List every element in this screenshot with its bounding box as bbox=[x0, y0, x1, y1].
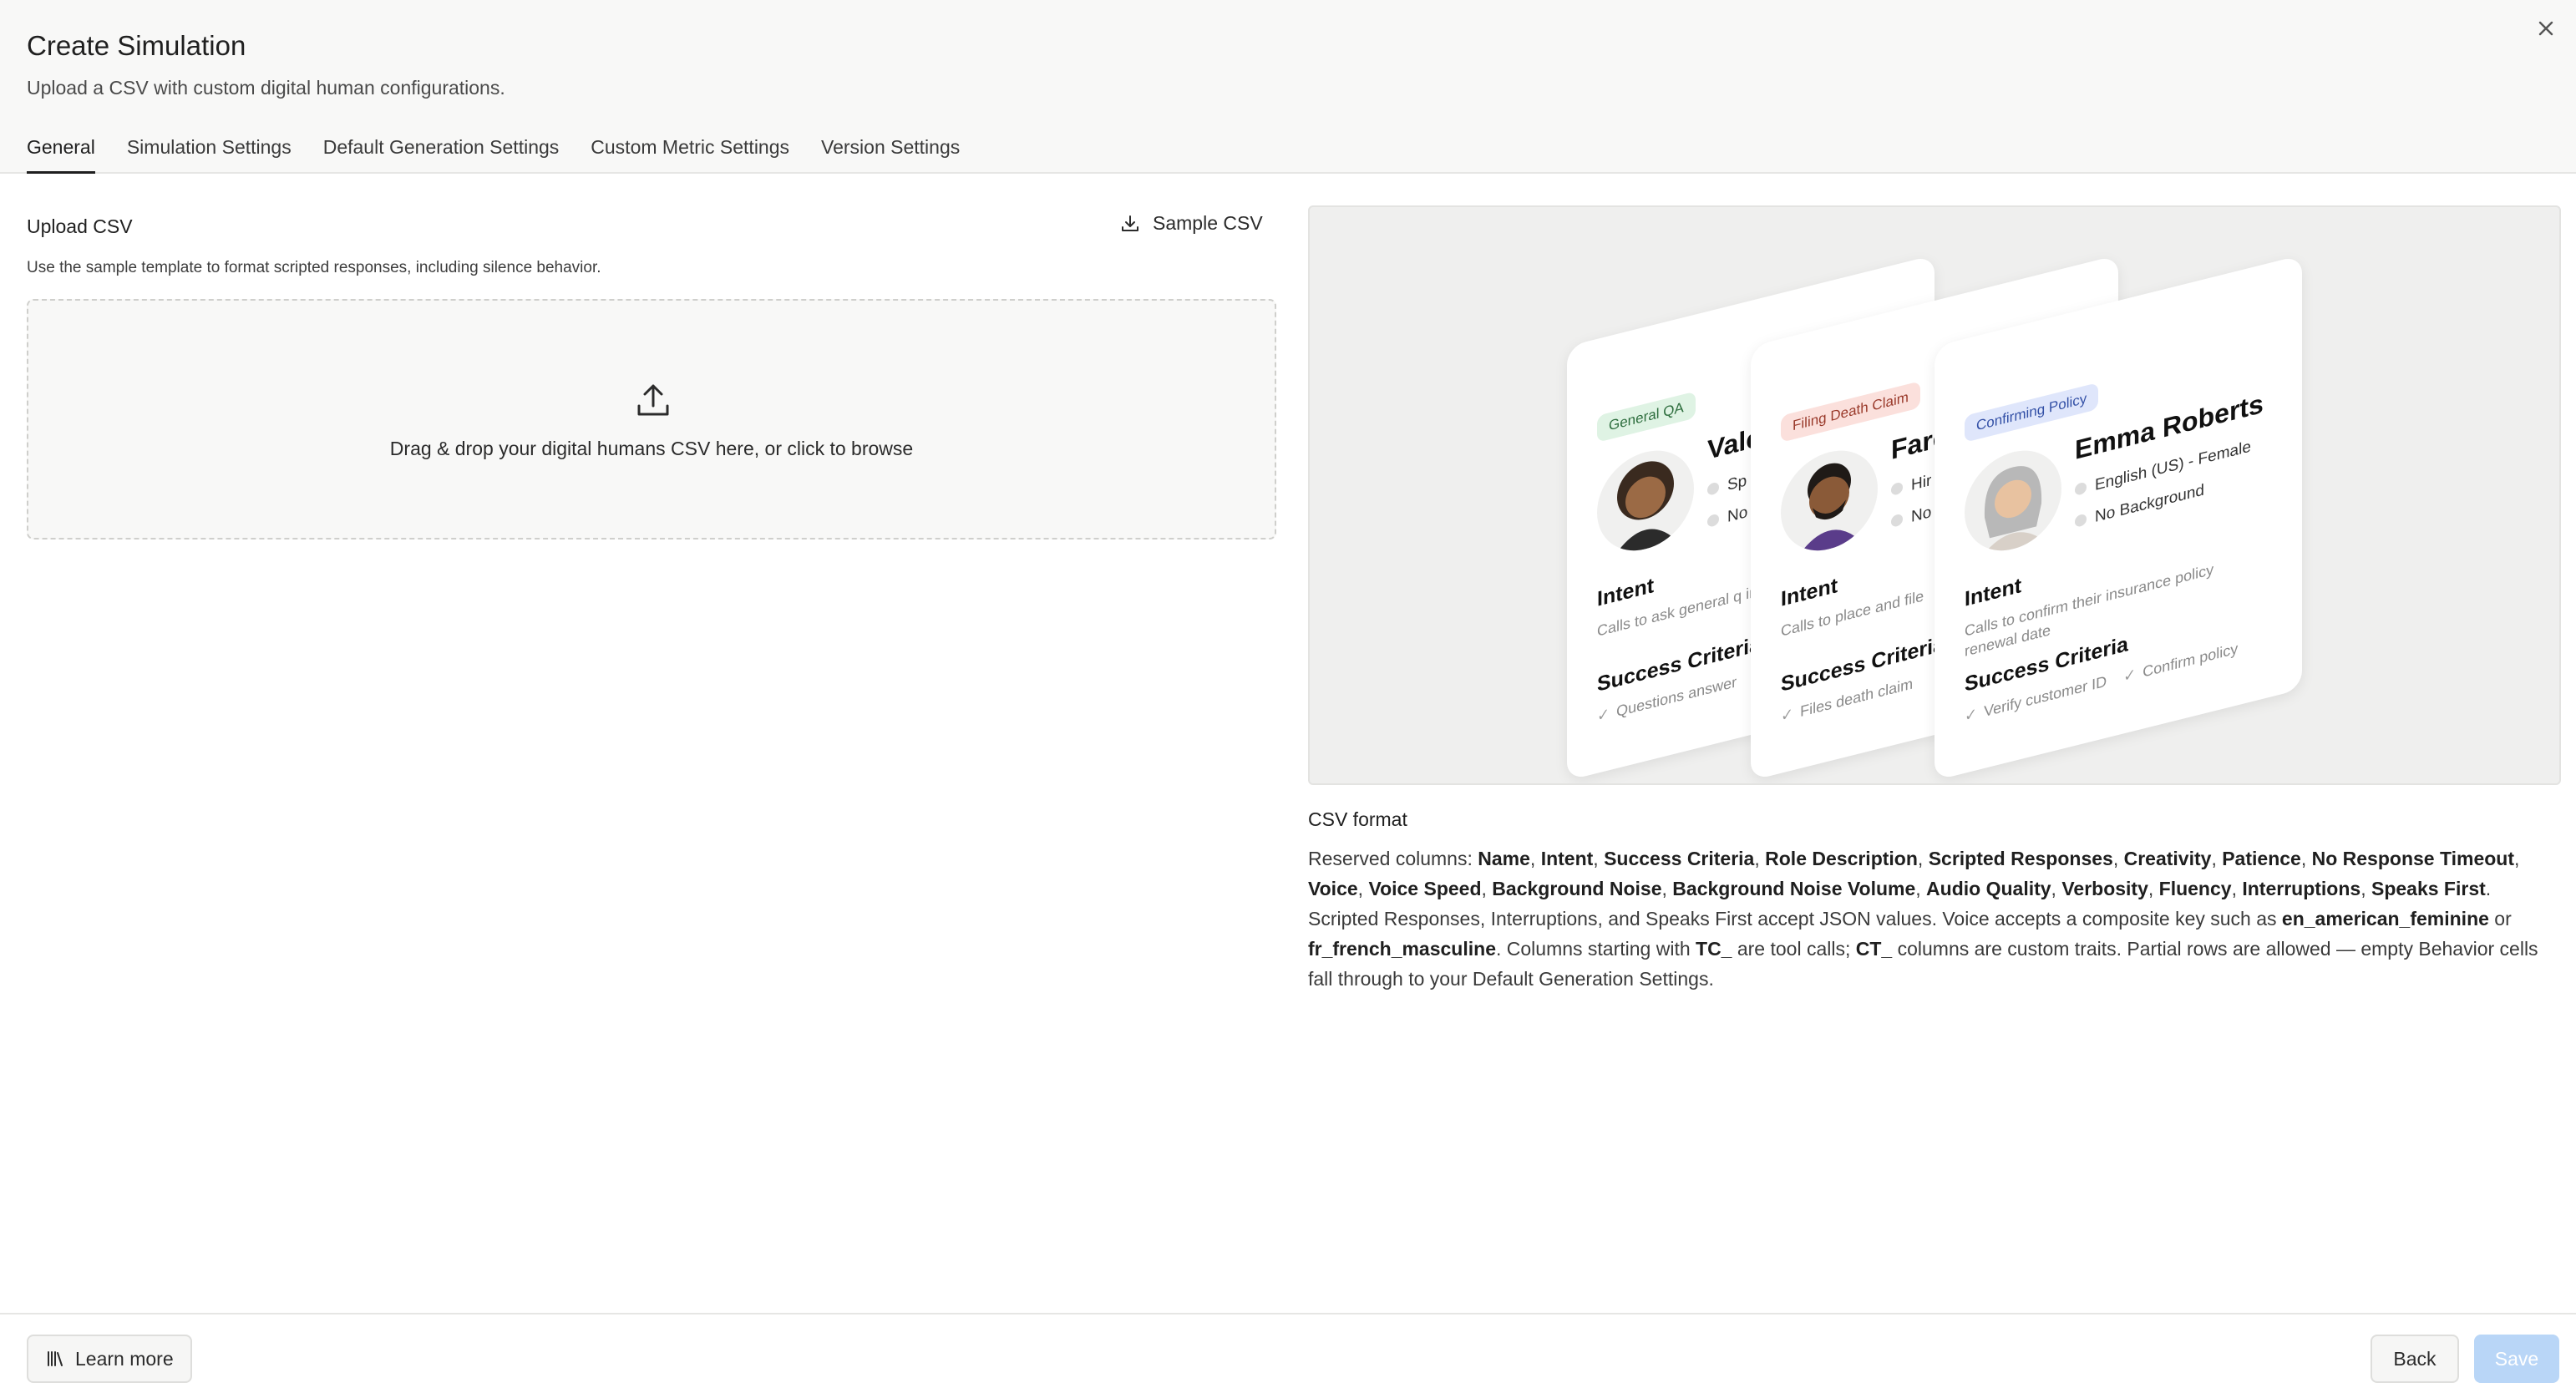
reserved-column: Interruptions bbox=[2242, 878, 2361, 899]
save-button[interactable]: Save bbox=[2474, 1335, 2559, 1383]
reserved-column: Fluency bbox=[2158, 878, 2232, 899]
persona-background: No bbox=[1891, 504, 1931, 532]
avatar bbox=[1597, 439, 1694, 561]
reserved-column: Background Noise Volume bbox=[1672, 878, 1916, 899]
reserved-column: Voice bbox=[1308, 878, 1358, 899]
reserved-column: Creativity bbox=[2123, 848, 2212, 869]
upload-help-text: Use the sample template to format script… bbox=[27, 259, 601, 276]
dropzone-text: Drag & drop your digital humans CSV here… bbox=[389, 438, 914, 459]
dialog-footer bbox=[0, 1313, 2576, 1393]
tab-custom-metric-settings[interactable]: Custom Metric Settings bbox=[591, 134, 789, 174]
avatar bbox=[1965, 439, 2061, 561]
library-icon bbox=[48, 1351, 63, 1366]
reserved-column: Verbosity bbox=[2061, 878, 2148, 899]
tab-general[interactable]: General bbox=[27, 134, 95, 174]
reserved-column: No Response Timeout bbox=[2311, 848, 2514, 869]
dialog-subtitle: Upload a CSV with custom digital human c… bbox=[27, 77, 505, 99]
upload-csv-label: Upload CSV bbox=[27, 215, 133, 237]
tab-version-settings[interactable]: Version Settings bbox=[821, 134, 960, 174]
reserved-column: Speaks First bbox=[2371, 878, 2486, 899]
persona-voice: Sp bbox=[1707, 472, 1747, 500]
intent-heading: Intent bbox=[1597, 573, 1655, 611]
persona-voice: Hir bbox=[1891, 472, 1931, 500]
dialog-title: Create Simulation bbox=[27, 30, 246, 61]
tc-prefix: TC_ bbox=[1696, 938, 1732, 960]
learn-more-button[interactable]: Learn more bbox=[27, 1335, 192, 1383]
reserved-column: Role Description bbox=[1765, 848, 1918, 869]
dialog-header: Create Simulation Upload a CSV with cust… bbox=[0, 0, 2576, 174]
learn-more-label: Learn more bbox=[75, 1347, 174, 1370]
voice-key-example: en_american_feminine bbox=[2281, 908, 2489, 930]
avatar bbox=[1781, 439, 1878, 561]
reserved-column: Name bbox=[1478, 848, 1530, 869]
sample-csv-label: Sample CSV bbox=[1153, 212, 1263, 234]
upload-icon bbox=[637, 384, 669, 416]
tc-pre: . Columns starting with bbox=[1495, 938, 1696, 960]
csv-format-title: CSV format bbox=[1308, 808, 1407, 830]
persona-card: Confirming Policy Emma Roberts English (… bbox=[1935, 255, 2302, 781]
csv-preview-illustration: General QA Vale Sp No Intent Calls to as… bbox=[1308, 205, 2561, 785]
tab-bar: General Simulation Settings Default Gene… bbox=[27, 134, 991, 174]
reserved-column: Voice Speed bbox=[1368, 878, 1482, 899]
tab-default-generation-settings[interactable]: Default Generation Settings bbox=[323, 134, 560, 174]
ct-prefix: CT_ bbox=[1855, 938, 1893, 960]
reserved-column: Success Criteria bbox=[1604, 848, 1755, 869]
or-text: or bbox=[2488, 908, 2512, 930]
download-icon bbox=[1122, 215, 1138, 231]
persona-background: No bbox=[1707, 504, 1747, 532]
close-icon[interactable] bbox=[2534, 17, 2558, 40]
csv-format-description: Reserved columns: Name, Intent, Success … bbox=[1308, 843, 2561, 994]
scenario-badge: General QA bbox=[1597, 391, 1696, 443]
intent-heading: Intent bbox=[1965, 573, 2022, 611]
reserved-column: Patience bbox=[2222, 848, 2301, 869]
voice-key-example: fr_french_masculine bbox=[1308, 938, 1496, 960]
intent-heading: Intent bbox=[1781, 573, 1838, 611]
reserved-column: Scripted Responses bbox=[1928, 848, 2113, 869]
sample-csv-button[interactable]: Sample CSV bbox=[1119, 212, 1263, 235]
reserved-prefix: Reserved columns: bbox=[1308, 848, 1478, 869]
tab-simulation-settings[interactable]: Simulation Settings bbox=[127, 134, 292, 174]
criteria-item: Confirm policy bbox=[2123, 640, 2238, 685]
back-button[interactable]: Back bbox=[2371, 1335, 2459, 1383]
tc-post: are tool calls; bbox=[1732, 938, 1856, 960]
reserved-column: Intent bbox=[1540, 848, 1594, 869]
csv-dropzone[interactable]: Drag & drop your digital humans CSV here… bbox=[27, 299, 1276, 539]
reserved-columns-list: Name, Intent, Success Criteria, Role Des… bbox=[1308, 848, 2520, 899]
reserved-column: Audio Quality bbox=[1926, 878, 2051, 899]
reserved-column: Background Noise bbox=[1492, 878, 1662, 899]
